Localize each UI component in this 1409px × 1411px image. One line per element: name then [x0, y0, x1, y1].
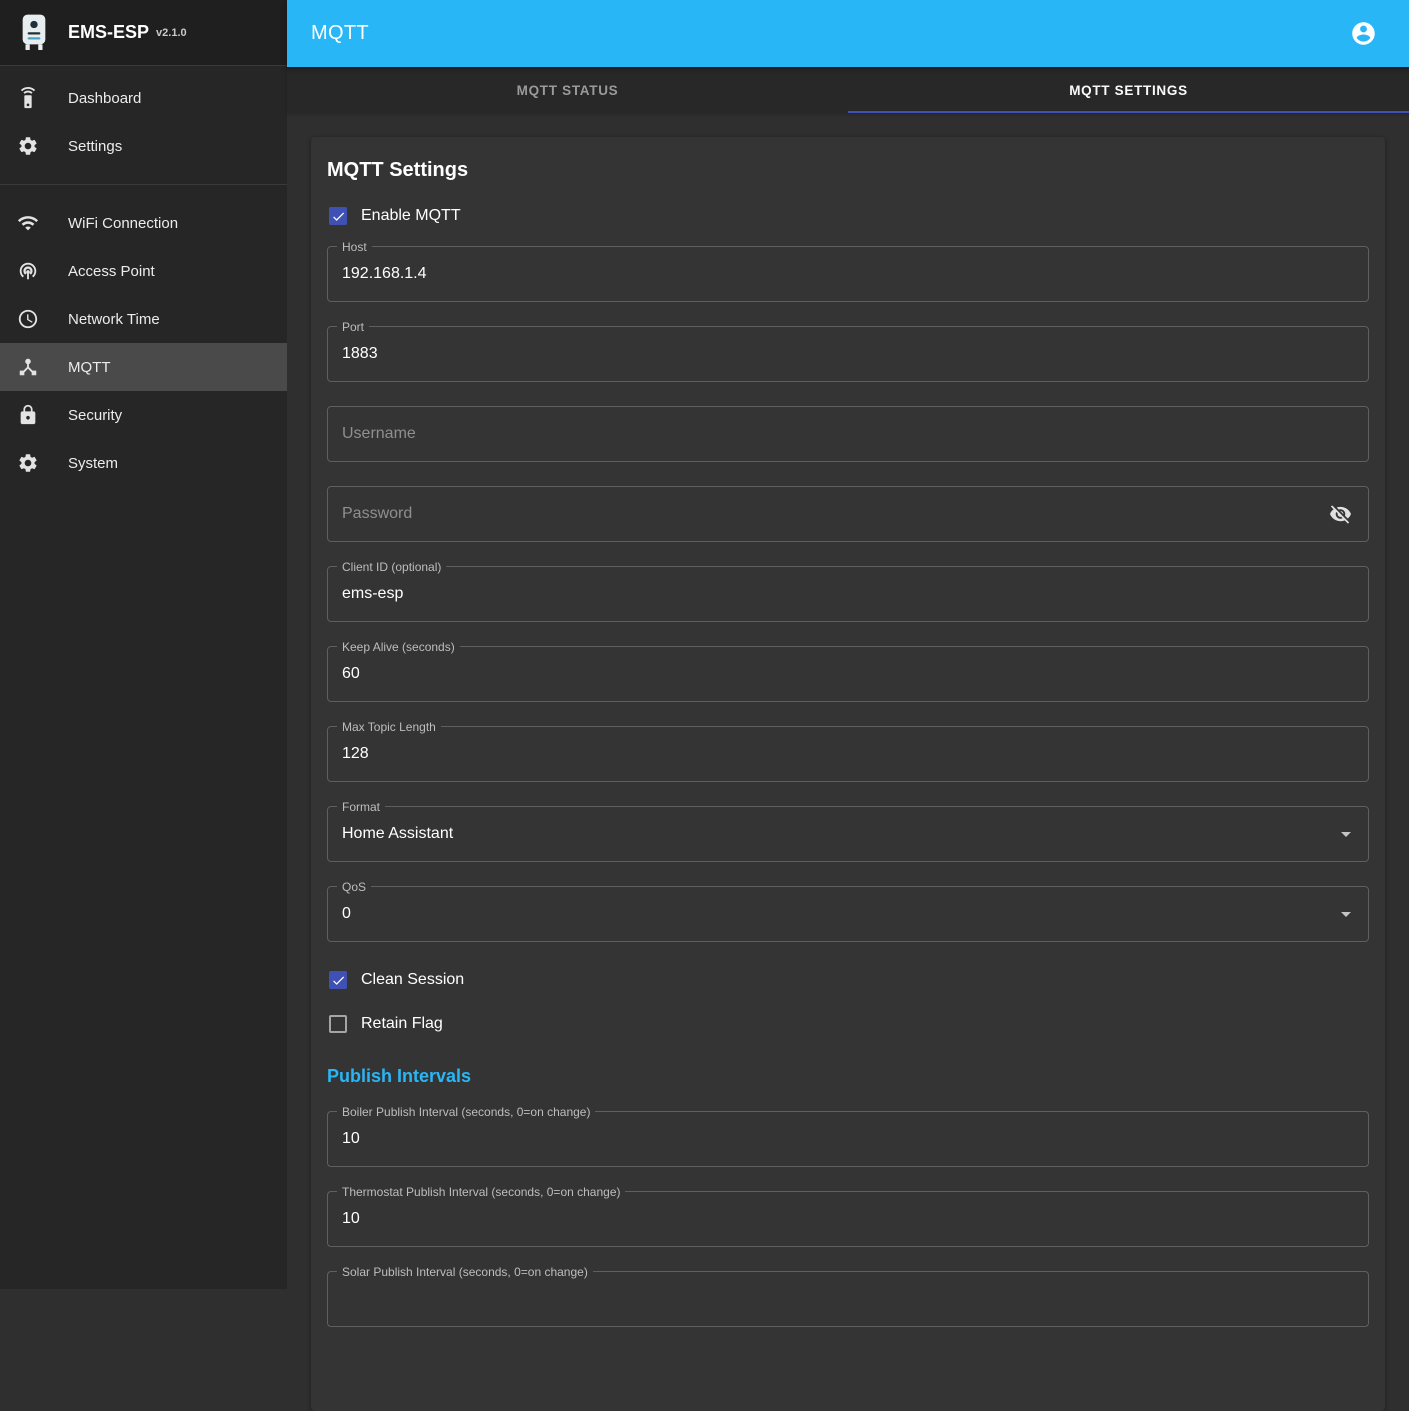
- thermostat-publish-interval-input[interactable]: [328, 1192, 1368, 1246]
- format-selected-value: Home Assistant: [342, 825, 1334, 843]
- sidebar-item-label: System: [68, 455, 118, 472]
- retain-flag-label: Retain Flag: [361, 1015, 443, 1033]
- sidebar-item-dashboard[interactable]: Dashboard: [0, 74, 287, 122]
- content-area: MQTT Settings Enable MQTT Host Port: [287, 113, 1409, 1411]
- port-field: Port: [327, 326, 1369, 382]
- enable-mqtt-label: Enable MQTT: [361, 207, 461, 225]
- publish-intervals-heading: Publish Intervals: [327, 1066, 1369, 1087]
- boiler-publish-interval-input[interactable]: [328, 1112, 1368, 1166]
- keep-alive-field: Keep Alive (seconds): [327, 646, 1369, 702]
- access-point-icon: [16, 259, 40, 283]
- qos-select[interactable]: QoS 0: [327, 886, 1369, 942]
- dashboard-icon: [16, 86, 40, 110]
- max-topic-length-field: Max Topic Length: [327, 726, 1369, 782]
- thermostat-publish-interval-field: Thermostat Publish Interval (seconds, 0=…: [327, 1191, 1369, 1247]
- lock-icon: [16, 403, 40, 427]
- client-id-label: Client ID (optional): [337, 559, 446, 575]
- sidebar-item-security[interactable]: Security: [0, 391, 287, 439]
- sidebar-item-mqtt[interactable]: MQTT: [0, 343, 287, 391]
- visibility-off-icon: [1329, 503, 1352, 526]
- clean-session-label: Clean Session: [361, 971, 464, 989]
- mqtt-icon: [16, 355, 40, 379]
- sidebar-item-label: Network Time: [68, 311, 160, 328]
- host-field: Host: [327, 246, 1369, 302]
- solar-publish-interval-field: Solar Publish Interval (seconds, 0=on ch…: [327, 1271, 1369, 1327]
- boiler-publish-interval-label: Boiler Publish Interval (seconds, 0=on c…: [337, 1104, 595, 1120]
- chevron-down-icon: [1334, 902, 1358, 926]
- checkbox-unchecked-icon[interactable]: [329, 1015, 347, 1033]
- sidebar-item-label: MQTT: [68, 359, 111, 376]
- format-label: Format: [337, 799, 385, 815]
- mqtt-settings-card: MQTT Settings Enable MQTT Host Port: [311, 137, 1385, 1411]
- qos-label: QoS: [337, 879, 371, 895]
- system-gear-icon: [16, 451, 40, 475]
- client-id-input[interactable]: [328, 567, 1368, 621]
- host-label: Host: [337, 239, 372, 255]
- solar-publish-interval-label: Solar Publish Interval (seconds, 0=on ch…: [337, 1264, 593, 1280]
- enable-mqtt-checkbox-row[interactable]: Enable MQTT: [329, 202, 1369, 230]
- sidebar-item-network-time[interactable]: Network Time: [0, 295, 287, 343]
- gear-icon: [16, 134, 40, 158]
- sidebar-item-settings[interactable]: Settings: [0, 122, 287, 170]
- app-version: v2.1.0: [156, 27, 187, 39]
- sidebar-nav-secondary: WiFi Connection Access Point Network Tim…: [0, 191, 287, 495]
- retain-flag-checkbox-row[interactable]: Retain Flag: [329, 1010, 1369, 1038]
- sidebar-item-label: Access Point: [68, 263, 155, 280]
- checkbox-checked-icon[interactable]: [329, 971, 347, 989]
- format-select[interactable]: Format Home Assistant: [327, 806, 1369, 862]
- tab-indicator: [848, 111, 1409, 113]
- password-field: [327, 486, 1369, 542]
- app-logo-icon: [14, 10, 54, 56]
- password-input[interactable]: [328, 487, 1368, 541]
- sidebar: EMS-ESP v2.1.0 Dashboard Settings WiFi C…: [0, 0, 287, 1289]
- checkbox-checked-icon[interactable]: [329, 207, 347, 225]
- boiler-publish-interval-field: Boiler Publish Interval (seconds, 0=on c…: [327, 1111, 1369, 1167]
- sidebar-divider: [0, 184, 287, 185]
- client-id-field: Client ID (optional): [327, 566, 1369, 622]
- sidebar-header: EMS-ESP v2.1.0: [0, 0, 287, 66]
- host-input[interactable]: [328, 247, 1368, 301]
- tab-mqtt-status[interactable]: MQTT STATUS: [287, 67, 848, 113]
- wifi-icon: [16, 211, 40, 235]
- solar-publish-interval-input[interactable]: [328, 1272, 1368, 1326]
- tab-mqtt-settings[interactable]: MQTT SETTINGS: [848, 67, 1409, 113]
- card-heading: MQTT Settings: [327, 159, 1369, 182]
- clean-session-checkbox-row[interactable]: Clean Session: [329, 966, 1369, 994]
- account-button[interactable]: [1341, 12, 1385, 56]
- app-title: EMS-ESP: [68, 22, 149, 43]
- port-label: Port: [337, 319, 369, 335]
- sidebar-item-system[interactable]: System: [0, 439, 287, 487]
- qos-selected-value: 0: [342, 905, 1334, 923]
- sidebar-item-wifi-connection[interactable]: WiFi Connection: [0, 199, 287, 247]
- toggle-password-visibility-button[interactable]: [1323, 497, 1358, 532]
- sidebar-item-access-point[interactable]: Access Point: [0, 247, 287, 295]
- max-topic-length-label: Max Topic Length: [337, 719, 441, 735]
- chevron-down-icon: [1334, 822, 1358, 846]
- port-input[interactable]: [328, 327, 1368, 381]
- max-topic-length-input[interactable]: [328, 727, 1368, 781]
- account-circle-icon: [1350, 20, 1377, 47]
- clock-icon: [16, 307, 40, 331]
- username-input[interactable]: [328, 407, 1368, 461]
- sidebar-nav-primary: Dashboard Settings: [0, 66, 287, 178]
- keep-alive-input[interactable]: [328, 647, 1368, 701]
- sidebar-item-label: Security: [68, 407, 122, 424]
- sidebar-item-label: Settings: [68, 138, 122, 155]
- username-field: [327, 406, 1369, 462]
- keep-alive-label: Keep Alive (seconds): [337, 639, 460, 655]
- sidebar-item-label: WiFi Connection: [68, 215, 178, 232]
- thermostat-publish-interval-label: Thermostat Publish Interval (seconds, 0=…: [337, 1184, 625, 1200]
- main-area: MQTT MQTT STATUS MQTT SETTINGS MQTT Sett…: [287, 0, 1409, 1289]
- appbar: MQTT: [287, 0, 1409, 67]
- page-title: MQTT: [311, 22, 1341, 45]
- tab-bar: MQTT STATUS MQTT SETTINGS: [287, 67, 1409, 113]
- sidebar-item-label: Dashboard: [68, 90, 141, 107]
